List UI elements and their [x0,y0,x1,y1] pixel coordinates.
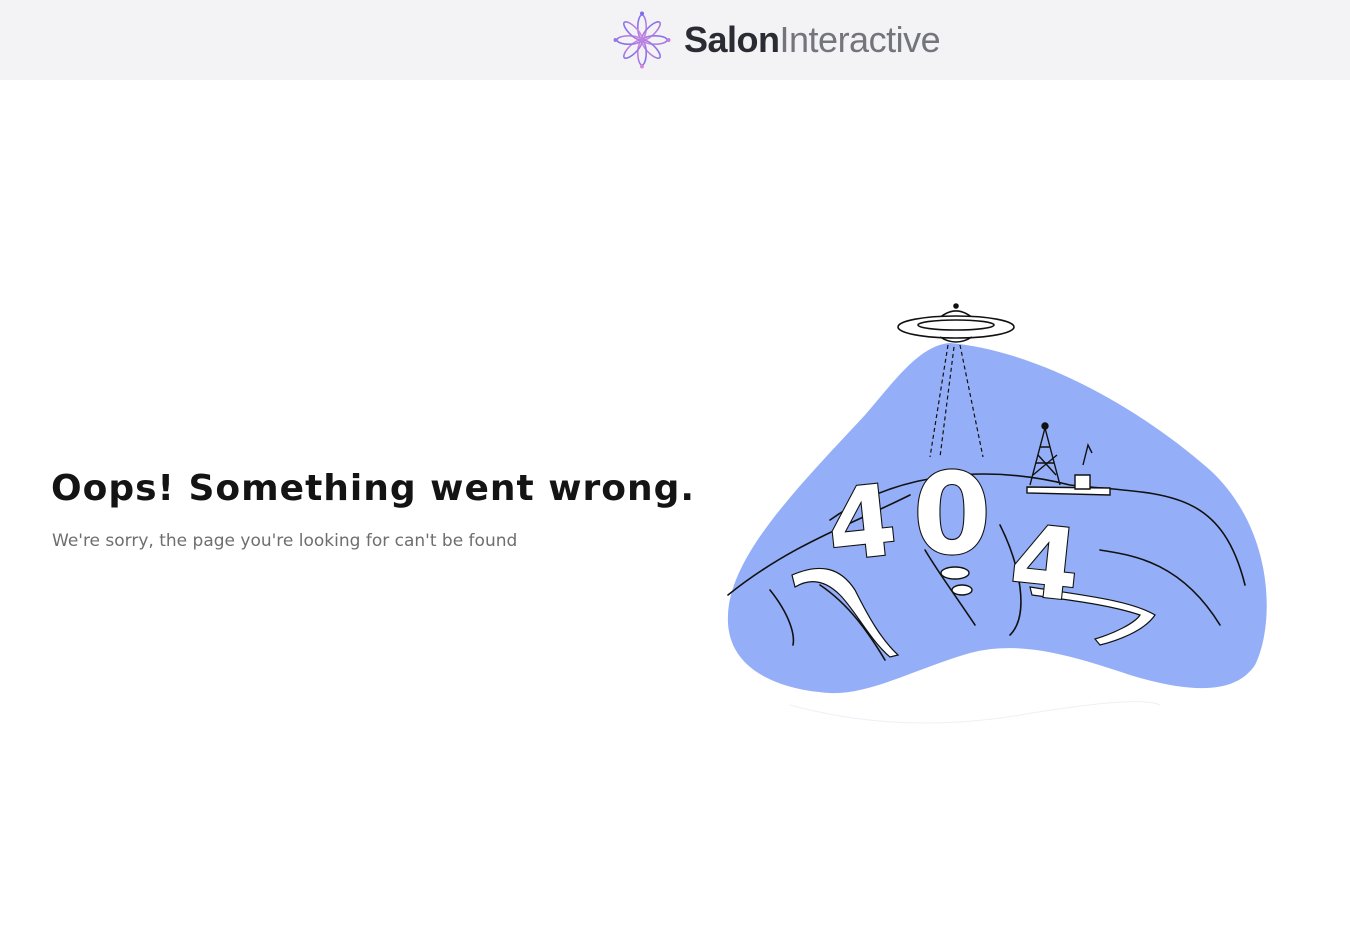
flower-logo-icon [613,11,671,69]
brand-wordmark: SalonInteractive [684,19,941,60]
illustration-blob [727,343,1267,694]
top-bar: SalonInteractive [0,0,1350,80]
digit-zero: 0 [913,450,991,580]
brand-name-part2: Interactive [779,19,941,60]
brand-logo-link[interactable]: SalonInteractive [612,10,941,70]
error-title: Oops! Something went wrong. [51,468,696,509]
error-message: We're sorry, the page you're looking for… [52,531,518,551]
ufo-icon [897,303,1015,343]
digit-first-4: 4 [822,464,902,585]
404-illustration: 4 0 4 [727,303,1267,724]
brand-name-part1: Salon [684,19,780,60]
digit-last-4: 4 [1005,504,1085,625]
